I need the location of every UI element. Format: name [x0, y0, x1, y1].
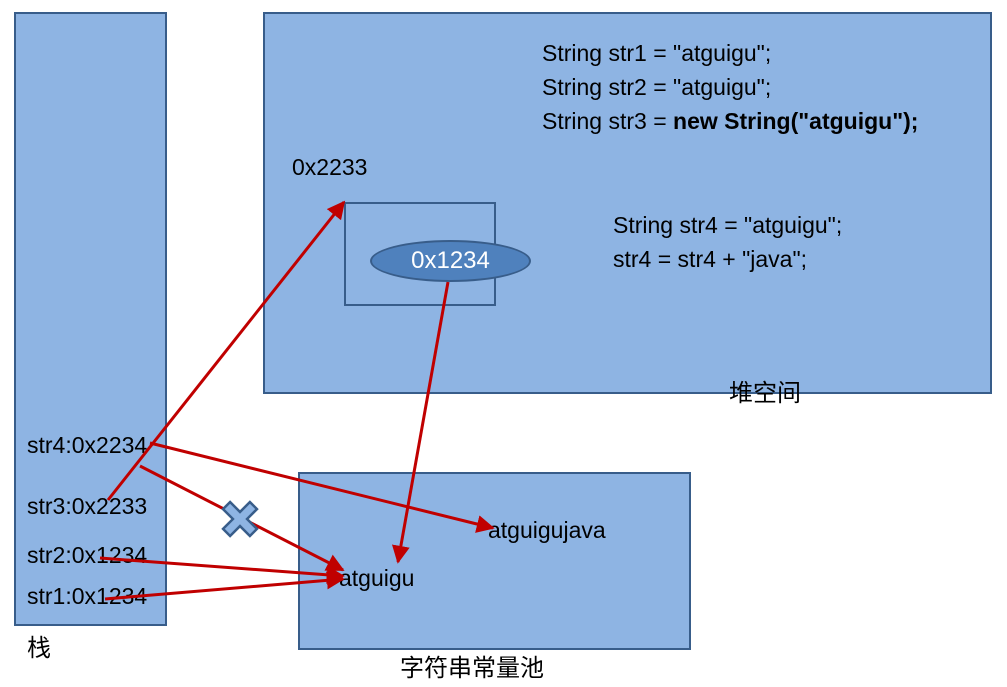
code-line-2: String str2 = "atguigu"; [542, 74, 772, 100]
code-line-3-bold: new String("atguigu"); [673, 108, 919, 134]
stack-entry-str1: str1:0x1234 [27, 583, 148, 609]
stack-region [14, 12, 167, 626]
code-line-1: String str1 = "atguigu"; [542, 40, 772, 66]
code-line-3-prefix: String str3 = [542, 108, 674, 134]
stack-label: 栈 [27, 634, 51, 662]
stack-entry-str3: str3:0x2233 [27, 493, 148, 519]
cross-mark-icon [221, 500, 259, 538]
string-constant-pool-region [298, 472, 691, 650]
pool-literal-atguigu: atguigu [339, 565, 415, 591]
code-line-5: str4 = str4 + "java"; [613, 246, 808, 272]
stack-entry-str2: str2:0x1234 [27, 542, 148, 568]
pool-literal-atguigujava: atguigujava [488, 517, 606, 543]
heap-object-address: 0x2233 [292, 154, 368, 180]
code-line-4: String str4 = "atguigu"; [613, 212, 843, 238]
code-line-3: String str3 = new String("atguigu"); [542, 110, 918, 133]
stack-entry-str4: str4:0x2234 [27, 432, 148, 458]
inner-reference-ellipse: 0x1234 [370, 240, 531, 282]
heap-label: 堆空间 [729, 379, 801, 407]
pool-label: 字符串常量池 [400, 654, 544, 682]
